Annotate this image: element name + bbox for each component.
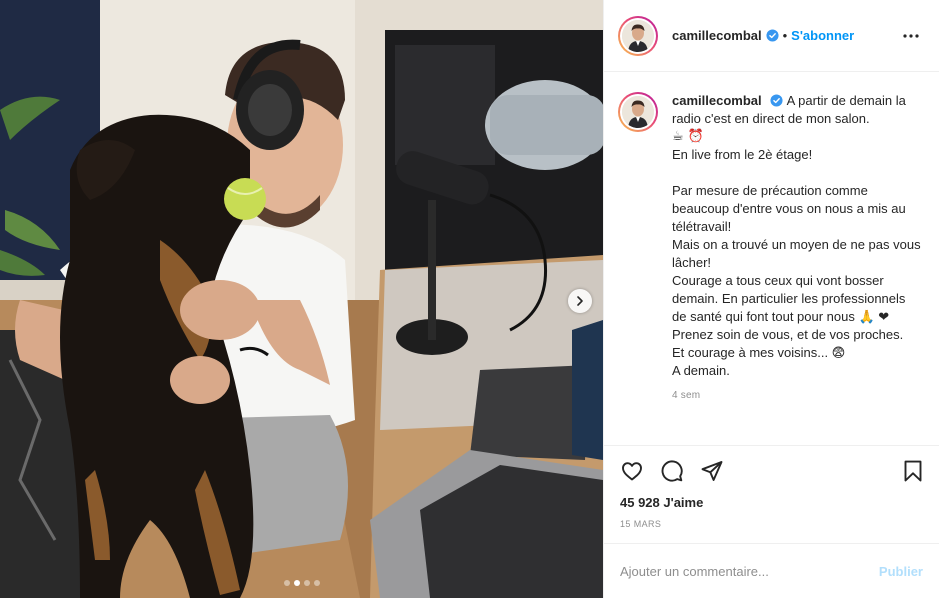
comment-button[interactable] (660, 459, 684, 483)
comment-icon (661, 459, 683, 482)
carousel-dot (283, 580, 290, 586)
carousel-dot (313, 580, 320, 586)
caption-line: A demain. (672, 363, 730, 378)
add-comment-section: Publier (604, 543, 939, 598)
likes-count[interactable]: 45 928 J'aime (604, 495, 939, 513)
save-button[interactable] (901, 459, 925, 483)
caption-line: Par mesure de précaution comme beaucoup … (672, 183, 906, 234)
caption-line: Mais on a trouvé un moyen de ne pas vous… (672, 237, 921, 270)
caption-age[interactable]: 4 sem (672, 390, 923, 401)
caption-line: En live from le 2è étage! (672, 147, 813, 162)
caption-avatar[interactable] (618, 92, 658, 132)
carousel-dot (303, 580, 310, 586)
heart-icon (622, 461, 642, 480)
caption-line: Et courage à mes voisins... 😨 (672, 345, 846, 360)
carousel-indicator (0, 580, 603, 586)
caption-body: camillecombal A partir de demain la radio… (672, 92, 923, 380)
verified-badge-icon (770, 94, 783, 107)
instagram-post: camillecombal • S'abonner camillecombal … (0, 0, 939, 598)
header-separator: • (782, 28, 788, 43)
verified-badge-icon (766, 29, 779, 42)
bookmark-icon (904, 460, 922, 481)
profile-photo (622, 19, 654, 52)
photo-scene (0, 0, 603, 598)
avatar[interactable] (618, 15, 658, 56)
next-photo-button[interactable] (568, 289, 592, 313)
caption-line: Courage a tous ceux qui vont bosser dema… (672, 273, 906, 324)
header-username[interactable]: camillecombal (672, 28, 762, 43)
more-options-button[interactable] (899, 24, 923, 48)
chevron-right-icon (577, 296, 583, 306)
carousel-dot-active (293, 580, 300, 586)
share-icon (701, 460, 723, 481)
post-photo[interactable] (0, 0, 603, 598)
action-bar (604, 445, 939, 495)
caption-username[interactable]: camillecombal (672, 93, 762, 108)
caption-line: Prenez soin de vous, et de vos proches. (672, 327, 904, 342)
comment-input[interactable] (620, 563, 879, 579)
post-header: camillecombal • S'abonner (604, 0, 939, 72)
caption-emoji-line: ☕ ⏰ (672, 129, 704, 144)
profile-photo (622, 96, 654, 128)
publish-button[interactable]: Publier (879, 564, 923, 579)
comments-area[interactable]: camillecombal A partir de demain la radio… (604, 72, 939, 445)
caption: camillecombal A partir de demain la radio… (618, 92, 923, 380)
post-date[interactable]: 15 MARS (604, 519, 939, 541)
follow-button[interactable]: S'abonner (791, 28, 854, 43)
share-button[interactable] (700, 459, 724, 483)
post-sidebar: camillecombal • S'abonner camillecombal … (603, 0, 939, 598)
header-user-line: camillecombal • S'abonner (672, 28, 899, 43)
like-button[interactable] (620, 459, 644, 483)
more-horizontal-icon (903, 33, 919, 38)
